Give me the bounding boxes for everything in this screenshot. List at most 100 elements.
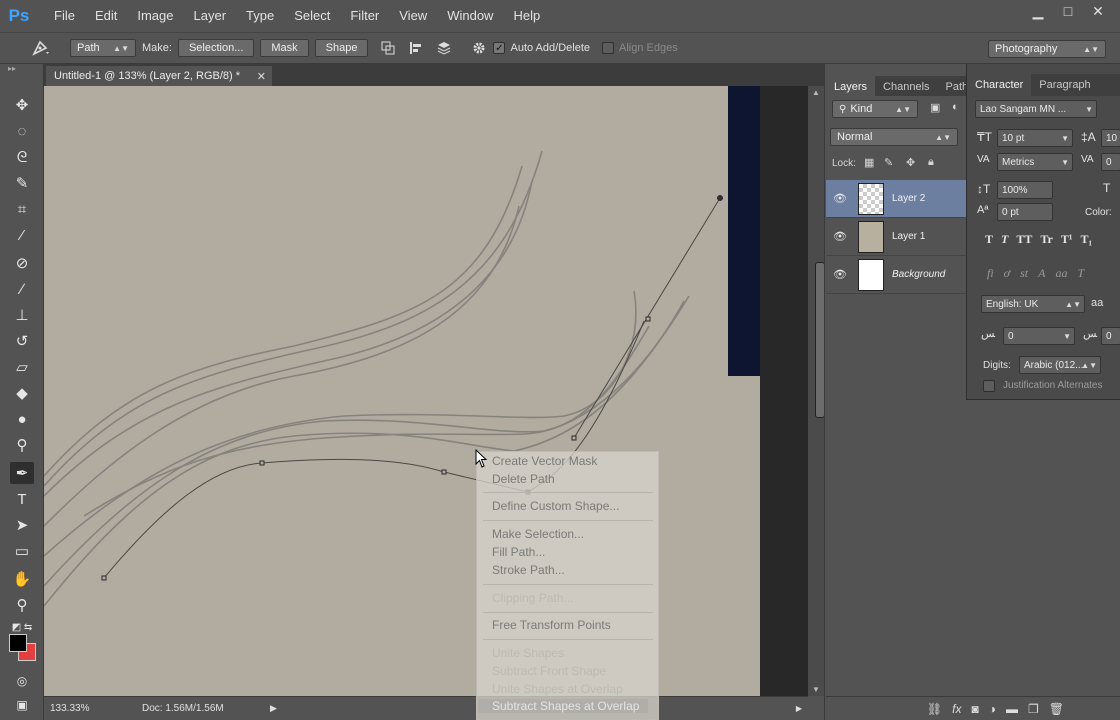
history-brush-tool-icon[interactable]: ↺: [10, 330, 34, 352]
font-size-field[interactable]: 10 pt ▼: [997, 129, 1073, 147]
menu-stroke-path[interactable]: Stroke Path...: [492, 563, 565, 577]
swash-button[interactable]: A: [1038, 266, 1045, 281]
foreground-color-swatch[interactable]: [9, 634, 27, 652]
dodge-tool-icon[interactable]: ⚲: [10, 434, 34, 456]
faux-italic-button[interactable]: T: [1001, 232, 1008, 247]
eye-icon[interactable]: 👁︎: [826, 230, 854, 243]
all-caps-button[interactable]: TT: [1016, 232, 1032, 247]
brush-tool-icon[interactable]: ∕: [10, 278, 34, 300]
link-layers-icon[interactable]: ⛓: [927, 702, 942, 716]
small-caps-button[interactable]: Tr: [1040, 232, 1052, 247]
tool-mode-select[interactable]: Path ▲▼: [70, 39, 136, 57]
discretionary-ligatures-button[interactable]: st: [1020, 266, 1028, 281]
paint-bucket-tool-icon[interactable]: ◆: [10, 382, 34, 404]
menu-edit[interactable]: Edit: [85, 0, 127, 32]
adjustment-layer-icon[interactable]: ◑: [989, 702, 996, 716]
menu-define-custom-shape[interactable]: Define Custom Shape...: [492, 499, 619, 513]
old-style-button[interactable]: ơ: [1004, 266, 1010, 281]
canvas-area[interactable]: [44, 86, 808, 696]
tab-layers[interactable]: Layers: [826, 76, 876, 98]
panel-grip-icon[interactable]: ▸▸: [0, 64, 43, 78]
menu-delete-path[interactable]: Delete Path: [492, 472, 555, 486]
eraser-tool-icon[interactable]: ▱: [10, 356, 34, 378]
screen-mode-icon[interactable]: ▣: [10, 694, 34, 716]
menu-view[interactable]: View: [389, 0, 437, 32]
layer-row-layer-1[interactable]: 👁︎ Layer 1: [826, 218, 966, 256]
maximize-button[interactable]: □: [1054, 0, 1082, 22]
path-selection-tool-icon[interactable]: ➤: [10, 514, 34, 536]
scroll-right-icon[interactable]: ▶: [796, 704, 802, 713]
gear-icon[interactable]: [468, 37, 490, 59]
justification-alternates-checkbox[interactable]: [983, 380, 995, 392]
adjustment-layer-filter-icon[interactable]: ◐: [952, 101, 959, 113]
type-tool-icon[interactable]: T: [10, 488, 34, 510]
layer-row-background[interactable]: 👁︎ Background: [826, 256, 966, 294]
zoom-tool-icon[interactable]: ⚲: [10, 594, 34, 616]
lock-transparent-icon[interactable]: ▦: [864, 156, 874, 169]
pen-tool-preset-icon[interactable]: [18, 34, 64, 62]
menu-help[interactable]: Help: [503, 0, 550, 32]
vertical-scale-field[interactable]: 100%: [997, 181, 1053, 199]
new-group-icon[interactable]: ▬: [1006, 702, 1018, 716]
rectangle-tool-icon[interactable]: ▭: [10, 540, 34, 562]
arabic-diacritic-field[interactable]: 0: [1101, 327, 1120, 345]
blur-tool-icon[interactable]: ●: [10, 408, 34, 430]
healing-brush-tool-icon[interactable]: ⊘: [10, 252, 34, 274]
hand-tool-icon[interactable]: ✋: [10, 568, 34, 590]
quick-selection-tool-icon[interactable]: ✎: [10, 172, 34, 194]
scroll-up-icon[interactable]: ▲: [808, 88, 824, 97]
menu-subtract-shapes-at-overlap[interactable]: Subtract Shapes at Overlap: [478, 699, 648, 713]
menu-image[interactable]: Image: [127, 0, 183, 32]
image-layer-filter-icon[interactable]: ▣: [930, 101, 940, 114]
eyedropper-tool-icon[interactable]: ⁄: [10, 224, 34, 246]
titling-alternates-button[interactable]: T: [1077, 266, 1084, 281]
add-mask-icon[interactable]: ◙: [972, 702, 979, 716]
digits-select[interactable]: Arabic (012... ▲▼: [1019, 356, 1101, 374]
stylistic-alternates-button[interactable]: aa: [1055, 266, 1067, 281]
workspace-select[interactable]: Photography ▲▼: [988, 40, 1106, 58]
make-selection-button[interactable]: Selection...: [177, 39, 255, 57]
leading-field[interactable]: 10: [1101, 129, 1120, 147]
make-shape-button[interactable]: Shape: [314, 39, 369, 57]
baseline-shift-field[interactable]: 0 pt: [997, 203, 1053, 221]
lock-image-icon[interactable]: ✎: [884, 156, 893, 169]
auto-add-delete-checkbox[interactable]: ✓: [493, 42, 506, 54]
scroll-down-icon[interactable]: ▼: [808, 685, 824, 694]
menu-layer[interactable]: Layer: [184, 0, 237, 32]
path-alignment-icon[interactable]: [405, 37, 427, 59]
path-operations-icon[interactable]: [377, 37, 399, 59]
tab-channels[interactable]: Channels: [875, 76, 937, 98]
menu-window[interactable]: Window: [437, 0, 503, 32]
lock-position-icon[interactable]: ✥: [906, 156, 915, 169]
kerning-select[interactable]: Metrics ▼: [997, 153, 1073, 171]
tab-character[interactable]: Character: [967, 74, 1032, 96]
trash-icon[interactable]: 🗑︎: [1049, 702, 1064, 716]
menu-file[interactable]: File: [44, 0, 85, 32]
clone-stamp-tool-icon[interactable]: ⊥: [10, 304, 34, 326]
arabic-spacing-field[interactable]: 0 ▼: [1003, 327, 1075, 345]
align-edges-checkbox[interactable]: [602, 42, 614, 54]
path-arrangement-icon[interactable]: [433, 37, 455, 59]
pen-tool-icon[interactable]: ✒: [10, 462, 34, 484]
crop-tool-icon[interactable]: ⌗: [10, 198, 34, 220]
canvas-vertical-scrollbar[interactable]: ▲ ▼: [808, 86, 825, 696]
menu-create-vector-mask[interactable]: Create Vector Mask: [492, 454, 597, 468]
eye-icon[interactable]: 👁︎: [826, 192, 854, 205]
eye-icon[interactable]: 👁︎: [826, 268, 854, 281]
menu-select[interactable]: Select: [284, 0, 340, 32]
status-menu-arrow-icon[interactable]: ▶: [270, 703, 277, 714]
lock-all-icon[interactable]: 🔒︎: [928, 156, 934, 169]
menu-free-transform-points[interactable]: Free Transform Points: [492, 618, 611, 632]
menu-fill-path[interactable]: Fill Path...: [492, 545, 545, 559]
lasso-tool-icon[interactable]: ᘓ: [10, 146, 34, 168]
faux-bold-button[interactable]: T: [985, 232, 993, 247]
minimize-button[interactable]: ▁: [1024, 0, 1052, 22]
zoom-level[interactable]: 133.33%: [50, 703, 132, 714]
quick-mask-icon[interactable]: ◎: [10, 670, 34, 692]
marquee-tool-icon[interactable]: ◌: [10, 120, 34, 142]
new-layer-icon[interactable]: ❐: [1028, 702, 1039, 716]
ligatures-button[interactable]: fi: [987, 266, 994, 281]
tab-paragraph[interactable]: Paragraph: [1031, 74, 1098, 96]
menu-filter[interactable]: Filter: [340, 0, 389, 32]
blend-mode-select[interactable]: Normal ▲▼: [830, 128, 958, 146]
